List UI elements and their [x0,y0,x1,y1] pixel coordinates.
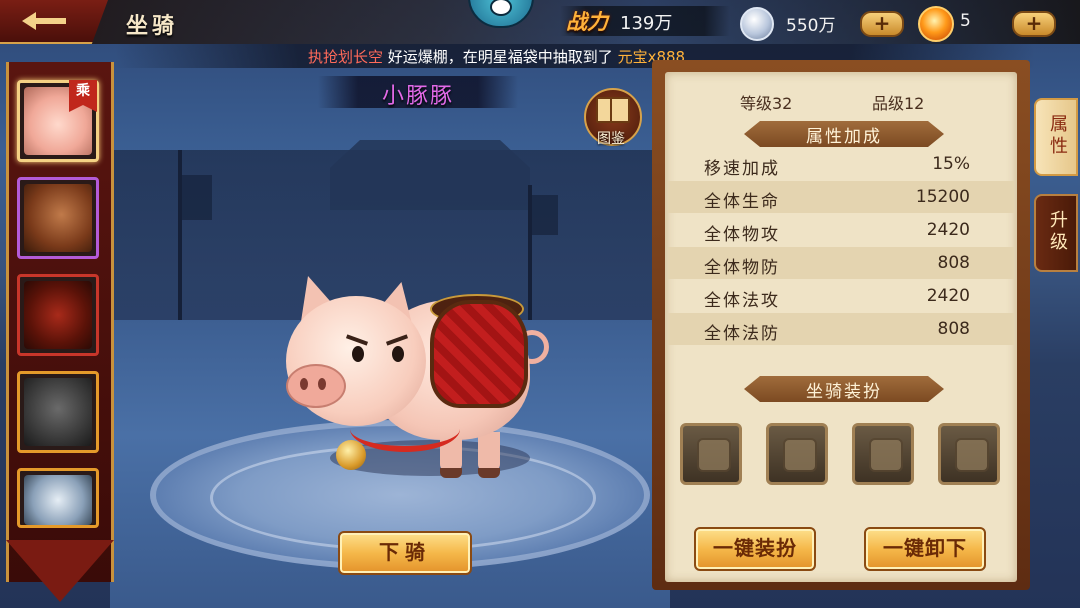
attr-value: 2420 [926,220,970,240]
outfit-slot-bridle[interactable] [680,423,742,485]
mount-slot-white-tiger[interactable] [17,468,99,528]
horse-portrait-icon [24,184,92,252]
dismount-button[interactable]: 下骑 [338,531,472,575]
red-beast-portrait-icon [24,281,92,349]
pig-hoof [478,468,500,478]
flag-banner [182,175,212,220]
attr-value: 15% [932,154,970,174]
equip-all-button[interactable]: 一键装扮 [694,527,816,571]
mount-slot-red-beast[interactable] [17,274,99,356]
wolf-portrait-icon [24,378,92,446]
book-spine [610,97,612,121]
codex-label: 图鉴 [597,131,625,147]
mount-level: 等级32 [740,94,793,113]
add-silver-button[interactable]: + [860,11,904,37]
saddle [430,300,528,408]
attr-name: 移速加成 [704,159,780,179]
power-value: 139万 [620,13,673,34]
harness-icon [955,438,989,472]
book-icon [596,97,630,123]
attr-name: 全体法攻 [704,291,780,311]
attr-value: 15200 [915,187,970,207]
outfit-section-title: 坐骑装扮 [806,382,882,402]
add-gold-button[interactable]: + [1012,11,1056,37]
power-label: 战力 [566,9,608,34]
pig-nostril [318,378,326,390]
pig-hoof [440,468,462,478]
attr-value: 808 [937,319,970,339]
back-arrow-icon [22,12,66,30]
gold-value: 5 [960,11,971,31]
outfit-slot-harness[interactable] [938,423,1000,485]
attr-name: 全体生命 [704,192,780,212]
attr-name: 全体物攻 [704,225,780,245]
attr-section-title: 属性加成 [806,127,882,147]
mount-grade: 品级12 [872,94,925,113]
armor-icon [869,438,903,472]
mount-slot-horse[interactable] [17,177,99,259]
mount-slot-wolf[interactable] [17,371,99,453]
page-title: 坐骑 [126,13,179,39]
pig-nostril [300,378,308,390]
attr-name: 全体物防 [704,258,780,278]
mount-name: 小豚豚 [381,84,454,109]
outfit-slot-armor[interactable] [852,423,914,485]
pig-eye [392,346,404,362]
announcement-text: 执抢划长空 好运爆棚，在明星福袋中抽取到了 元宝x888 [308,46,685,67]
silver-value: 550万 [786,16,836,36]
white-tiger-portrait-icon [24,475,92,525]
announcement-message: 好运爆棚，在明星福袋中抽取到了 [383,48,618,66]
back-button[interactable] [0,0,108,44]
attr-value: 808 [937,253,970,273]
saddle-icon [783,438,817,472]
gate-building [330,140,530,210]
pig-leg [478,432,500,472]
gold-ingot-icon [918,6,954,42]
tab-attributes-label: 属性 [1050,114,1068,157]
silver-coin-icon [740,7,774,41]
collar-rope [350,406,460,452]
bridle-icon [697,438,731,472]
tab-upgrade-label: 升级 [1050,210,1068,253]
outfit-slot-saddle[interactable] [766,423,828,485]
flag-banner [532,195,558,235]
unequip-all-button[interactable]: 一键卸下 [864,527,986,571]
attr-value: 2420 [926,286,970,306]
collar-bell [336,440,366,470]
pig-eye [352,346,364,362]
pig-snout [286,364,346,408]
announcement-player: 执抢划长空 [308,48,384,66]
attr-name: 全体法防 [704,324,780,344]
